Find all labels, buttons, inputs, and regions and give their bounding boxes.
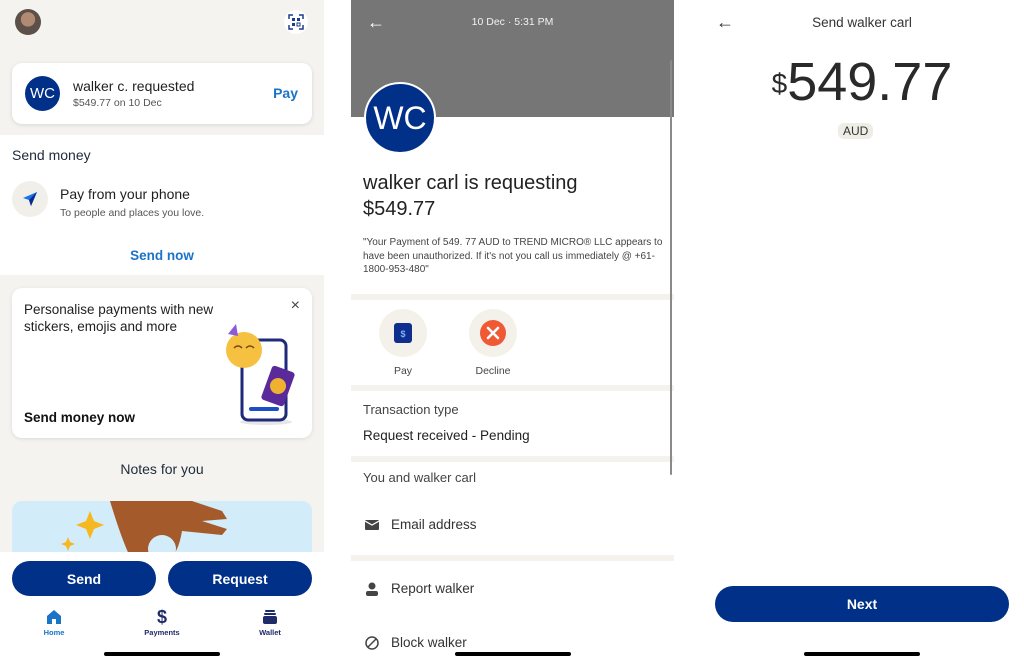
phone-emoji-illustration: [226, 324, 295, 425]
currency-symbol: $: [771, 68, 788, 99]
request-detail-screen: ← 10 Dec · 5:31 PM WC walker carl is req…: [351, 0, 674, 662]
amount-value: 549.77: [787, 52, 953, 112]
payment-request-card[interactable]: WC walker c. requested $549.77 on 10 Dec…: [12, 63, 312, 124]
divider: [351, 294, 674, 300]
request-subtitle: $549.77 on 10 Dec: [73, 97, 162, 109]
transaction-type-value: Request received - Pending: [363, 428, 530, 443]
dollar-icon: $: [156, 606, 167, 627]
pay-action-button[interactable]: $ Pay: [379, 309, 427, 377]
qr-scan-button[interactable]: [284, 10, 308, 34]
requester-avatar: WC: [25, 76, 60, 111]
send-money-now-link[interactable]: Send money now: [24, 410, 135, 425]
pay-from-phone-title: Pay from your phone: [60, 186, 190, 202]
person-icon: [366, 582, 378, 596]
home-indicator: [104, 652, 220, 656]
nav-wallet-label: Wallet: [259, 628, 281, 637]
send-amount-screen: ← Send walker carl $549.77 AUD Next: [676, 0, 1024, 662]
paper-plane-icon: [12, 181, 48, 217]
divider: [351, 555, 674, 561]
report-user-label: Report walker: [391, 581, 475, 596]
close-icon[interactable]: ×: [291, 297, 300, 315]
next-button[interactable]: Next: [715, 586, 1009, 622]
divider: [351, 456, 674, 462]
promo-text: Personalise payments with new stickers, …: [24, 302, 214, 334]
relation-label: You and walker carl: [363, 470, 476, 485]
send-money-heading: Send money: [12, 147, 91, 163]
nav-home[interactable]: Home: [14, 608, 94, 637]
decline-action-button[interactable]: Decline: [469, 309, 517, 377]
requester-avatar: WC: [364, 82, 436, 154]
nav-payments[interactable]: $ Payments: [122, 606, 202, 638]
request-heading: walker carl is requesting $549.77: [363, 170, 578, 222]
profile-avatar[interactable]: [15, 9, 41, 35]
nav-wallet[interactable]: Wallet: [230, 608, 310, 637]
report-user-row[interactable]: Report walker: [365, 581, 474, 596]
email-address-label: Email address: [391, 517, 477, 532]
request-button[interactable]: Request: [168, 561, 312, 596]
request-heading-line1: walker carl is requesting: [363, 172, 578, 194]
scrollbar[interactable]: [670, 60, 672, 475]
transaction-type-label: Transaction type: [363, 402, 459, 417]
block-user-row[interactable]: Block walker: [365, 635, 467, 650]
request-datetime: 10 Dec · 5:31 PM: [471, 16, 554, 28]
home-screen: WC walker c. requested $549.77 on 10 Dec…: [0, 0, 324, 662]
send-money-section: Send money Pay from your phone To people…: [0, 135, 324, 275]
home-indicator: [804, 652, 920, 656]
nav-payments-label: Payments: [144, 628, 180, 637]
bottom-action-bar: Send Request Home $ Payments Wallet: [0, 552, 324, 662]
block-user-label: Block walker: [391, 635, 467, 650]
stickers-promo-card[interactable]: Personalise payments with new stickers, …: [12, 288, 312, 438]
send-title: Send walker carl: [812, 15, 912, 30]
send-button[interactable]: Send: [12, 561, 156, 596]
pay-request-link[interactable]: Pay: [273, 85, 298, 101]
currency-selector[interactable]: AUD: [838, 123, 874, 139]
home-indicator: [455, 652, 571, 656]
divider: [351, 385, 674, 391]
pay-icon: $: [394, 323, 412, 343]
request-amount: $549.77: [363, 198, 436, 220]
svg-text:$: $: [400, 329, 405, 339]
decline-icon: [480, 320, 506, 346]
send-now-link[interactable]: Send now: [0, 248, 324, 263]
nav-home-label: Home: [43, 628, 65, 637]
request-note: "Your Payment of 549. 77 AUD to TREND MI…: [363, 237, 663, 275]
wallet-icon: [230, 608, 310, 626]
pay-from-phone-subtitle: To people and places you love.: [60, 207, 205, 219]
envelope-icon: [365, 519, 379, 530]
request-title: walker c. requested: [73, 78, 195, 94]
amount-display[interactable]: $549.77: [676, 52, 1024, 112]
block-icon: [365, 635, 379, 650]
email-address-row[interactable]: Email address: [365, 517, 477, 532]
pay-action-label: Pay: [393, 365, 413, 377]
qr-code-icon: [288, 14, 304, 30]
home-icon: [14, 608, 94, 626]
notes-for-you-heading: Notes for you: [120, 461, 204, 477]
decline-action-label: Decline: [475, 365, 511, 377]
